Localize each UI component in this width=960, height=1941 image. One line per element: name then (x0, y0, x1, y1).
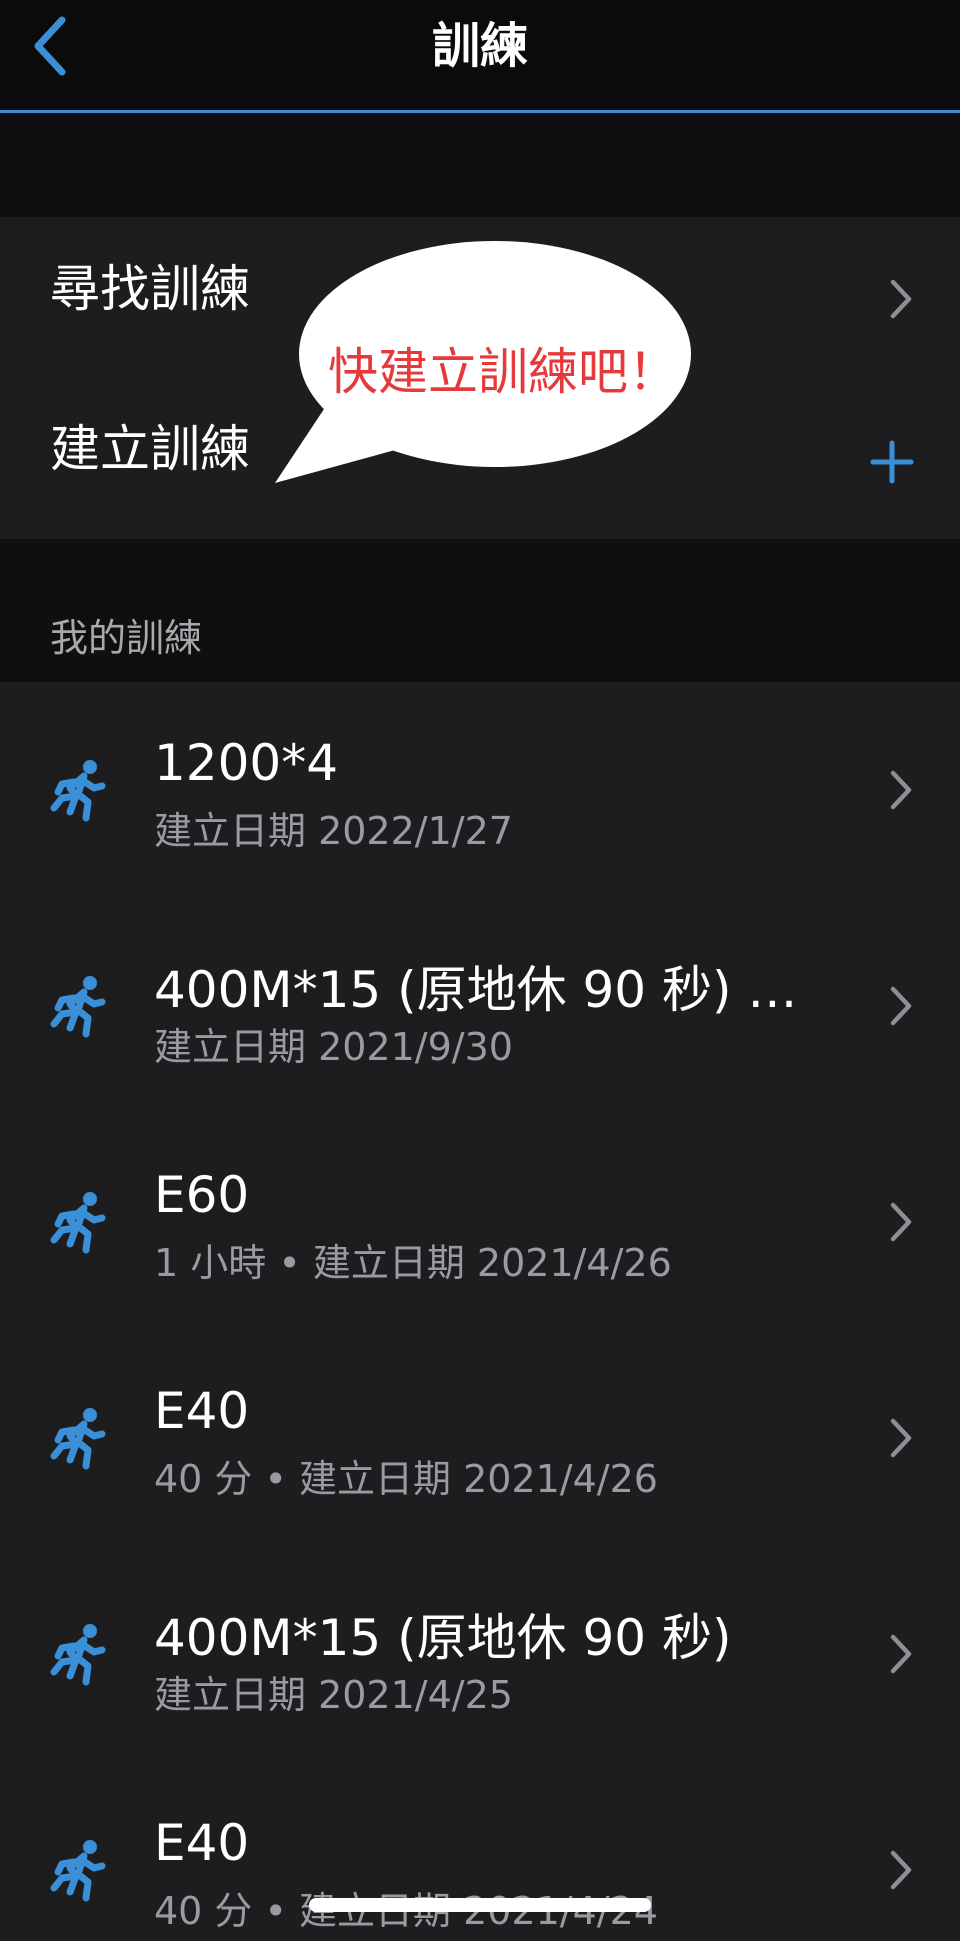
home-indicator[interactable] (309, 1898, 651, 1912)
speech-bubble: 快建立訓練吧！ (270, 240, 700, 490)
workout-title: 400M*15 (原地休 90 秒) (154, 1609, 732, 1667)
workout-subtitle: 建立日期 2022/1/27 (154, 809, 513, 853)
workout-title: E40 (154, 1814, 250, 1872)
chevron-right-icon (890, 1418, 912, 1458)
workout-item[interactable]: 400M*15 (原地休 90 秒) 建立日期 2021/4/25 (0, 1546, 960, 1762)
workout-item[interactable]: 1200*4 建立日期 2022/1/27 (0, 682, 960, 898)
workout-subtitle: 40 分 • 建立日期 2021/4/26 (154, 1457, 658, 1501)
running-icon (50, 976, 106, 1038)
create-workout-label: 建立訓練 (50, 420, 250, 478)
workout-item[interactable]: E60 1 小時 • 建立日期 2021/4/26 (0, 1114, 960, 1330)
workout-title: E60 (154, 1166, 250, 1224)
workout-title: E40 (154, 1382, 250, 1440)
workout-subtitle: 建立日期 2021/4/25 (154, 1673, 513, 1717)
chevron-right-icon (890, 1634, 912, 1674)
workout-item[interactable]: E40 40 分 • 建立日期 2021/4/24 (0, 1762, 960, 1941)
workout-title: 400M*15 (原地休 90 秒) 的… (154, 961, 814, 1019)
chevron-right-icon (890, 1202, 912, 1242)
chevron-right-icon (890, 986, 912, 1026)
my-workouts-header: 我的訓練 (50, 616, 203, 660)
chevron-right-icon (890, 279, 912, 319)
workout-subtitle: 1 小時 • 建立日期 2021/4/26 (154, 1241, 672, 1285)
running-icon (50, 1408, 106, 1470)
running-icon (50, 1624, 106, 1686)
nav-header: 訓練 (0, 0, 960, 113)
running-icon (50, 1840, 106, 1902)
workouts-screen: 訓練 尋找訓練 建立訓練 我的訓練 1200*4 建立日期 2022/1/27 (0, 0, 960, 1941)
workout-item[interactable]: E40 40 分 • 建立日期 2021/4/26 (0, 1330, 960, 1546)
find-workout-label: 尋找訓練 (50, 260, 250, 318)
callout-text: 快建立訓練吧！ (328, 343, 678, 401)
page-title: 訓練 (431, 18, 528, 74)
chevron-right-icon (890, 770, 912, 810)
workout-subtitle: 建立日期 2021/9/30 (154, 1025, 513, 1069)
chevron-right-icon (890, 1850, 912, 1890)
plus-icon[interactable] (870, 440, 914, 484)
workout-list: 1200*4 建立日期 2022/1/27 400M*15 (原地休 90 秒)… (0, 682, 960, 1941)
spacer (0, 113, 960, 217)
running-icon (50, 760, 106, 822)
workout-item[interactable]: 400M*15 (原地休 90 秒) 的… 建立日期 2021/9/30 (0, 898, 960, 1114)
workout-title: 1200*4 (154, 734, 339, 792)
running-icon (50, 1192, 106, 1254)
